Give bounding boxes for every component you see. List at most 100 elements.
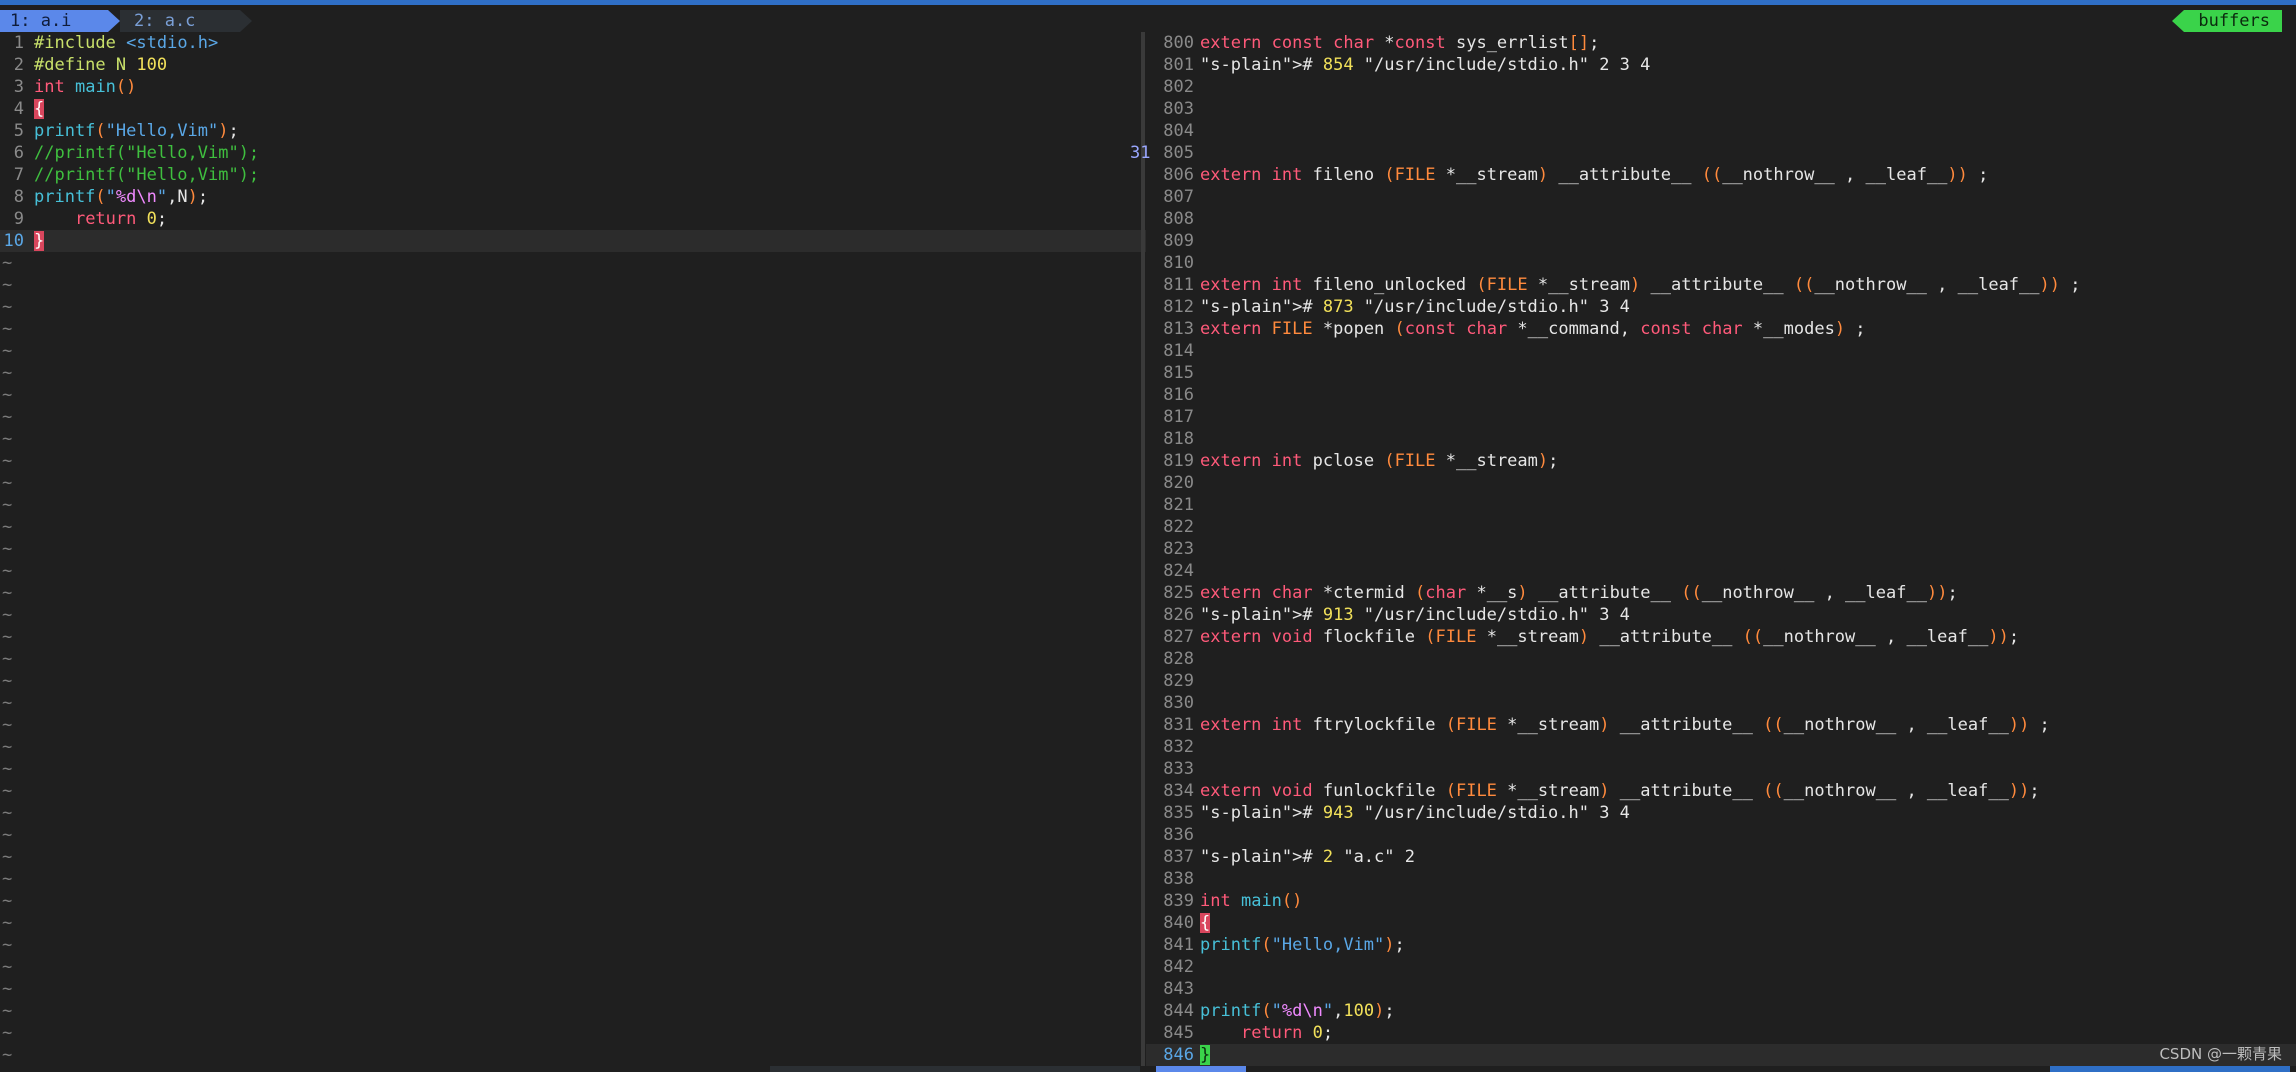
line-number: 809: [1163, 231, 1194, 251]
code-line[interactable]: 803: [1146, 98, 2296, 120]
code-line[interactable]: 805: [1146, 142, 2296, 164]
line-number: 841: [1163, 935, 1194, 955]
code-line[interactable]: 822: [1146, 516, 2296, 538]
line-number: 843: [1163, 979, 1194, 999]
line-number: 837: [1163, 847, 1194, 867]
code-line[interactable]: 834 extern void funlockfile (FILE *__stre…: [1146, 780, 2296, 802]
code-line[interactable]: 846}: [1146, 1044, 2296, 1066]
code-line[interactable]: 7 //printf("Hello,Vim");: [0, 164, 1146, 186]
code-line[interactable]: 824: [1146, 560, 2296, 582]
empty-line-marker: ~: [2, 649, 13, 669]
code-line[interactable]: 841 printf("Hello,Vim");: [1146, 934, 2296, 956]
line-number: 811: [1163, 275, 1194, 295]
code-line[interactable]: 1 #include <stdio.h>: [0, 32, 1146, 54]
code-line[interactable]: 826 "s-plain"># 913 "/usr/include/stdio.h…: [1146, 604, 2296, 626]
tab-a-i[interactable]: 1: a.i: [0, 10, 120, 32]
code-line[interactable]: 839 int main(): [1146, 890, 2296, 912]
empty-line-marker: ~: [2, 781, 13, 801]
code-line[interactable]: 813 extern FILE *popen (const char *__com…: [1146, 318, 2296, 340]
empty-line-marker: ~: [2, 627, 13, 647]
code-line[interactable]: 842: [1146, 956, 2296, 978]
code-line[interactable]: 807: [1146, 186, 2296, 208]
line-text: extern const char *const sys_errlist[];: [1200, 33, 1600, 53]
code-line[interactable]: 828: [1146, 648, 2296, 670]
code-line[interactable]: 800 extern const char *const sys_errlist[…: [1146, 32, 2296, 54]
code-line[interactable]: 808: [1146, 208, 2296, 230]
code-line[interactable]: 820: [1146, 472, 2296, 494]
line-number: 10: [3, 231, 24, 251]
empty-line-marker: ~: [2, 407, 13, 427]
empty-line-marker: ~: [2, 451, 13, 471]
code-line[interactable]: 802: [1146, 76, 2296, 98]
code-line[interactable]: 833: [1146, 758, 2296, 780]
left-editor-pane[interactable]: 1 #include <stdio.h> 2 #define N 100 3 int ma…: [0, 32, 1146, 1066]
empty-line-marker: ~: [2, 759, 13, 779]
code-line[interactable]: 810: [1146, 252, 2296, 274]
code-line[interactable]: 836: [1146, 824, 2296, 846]
code-line[interactable]: 835 "s-plain"># 943 "/usr/include/stdio.h…: [1146, 802, 2296, 824]
line-number: 820: [1163, 473, 1194, 493]
code-line[interactable]: 809: [1146, 230, 2296, 252]
line-text: extern int fileno (FILE *__stream) __att…: [1200, 165, 1989, 185]
code-line[interactable]: 812 "s-plain"># 873 "/usr/include/stdio.h…: [1146, 296, 2296, 318]
vertical-split-divider[interactable]: [1141, 32, 1145, 1066]
empty-line-marker: ~: [2, 561, 13, 581]
line-text: extern int pclose (FILE *__stream);: [1200, 451, 1559, 471]
line-number: 831: [1163, 715, 1194, 735]
code-line[interactable]: 4{: [0, 98, 1146, 120]
code-line[interactable]: 816: [1146, 384, 2296, 406]
line-number: 803: [1163, 99, 1194, 119]
code-line[interactable]: 5 printf("Hello,Vim");: [0, 120, 1146, 142]
code-line[interactable]: 6 //printf("Hello,Vim");: [0, 142, 1146, 164]
line-number: 844: [1163, 1001, 1194, 1021]
code-line[interactable]: 829: [1146, 670, 2296, 692]
line-number: 828: [1163, 649, 1194, 669]
empty-line-marker: ~: [2, 737, 13, 757]
code-line[interactable]: 844 printf("%d\n",100);: [1146, 1000, 2296, 1022]
line-text: printf("%d\n",N);: [34, 187, 209, 207]
code-line[interactable]: 3 int main(): [0, 76, 1146, 98]
line-number: 832: [1163, 737, 1194, 757]
empty-line-marker: ~: [2, 913, 13, 933]
line-number: 818: [1163, 429, 1194, 449]
code-line[interactable]: 804: [1146, 120, 2296, 142]
code-line[interactable]: 821: [1146, 494, 2296, 516]
empty-line-marker: ~: [2, 803, 13, 823]
code-line[interactable]: 819 extern int pclose (FILE *__stream);: [1146, 450, 2296, 472]
line-number: 815: [1163, 363, 1194, 383]
code-line[interactable]: 815: [1146, 362, 2296, 384]
line-number: 808: [1163, 209, 1194, 229]
code-line[interactable]: 806 extern int fileno (FILE *__stream) __…: [1146, 164, 2296, 186]
line-number: 821: [1163, 495, 1194, 515]
code-line[interactable]: 843: [1146, 978, 2296, 1000]
code-line[interactable]: 2 #define N 100: [0, 54, 1146, 76]
code-line[interactable]: 9 return 0;: [0, 208, 1146, 230]
code-line[interactable]: 814: [1146, 340, 2296, 362]
code-line[interactable]: 837 "s-plain"># 2 "a.c" 2: [1146, 846, 2296, 868]
code-line[interactable]: 827 extern void flockfile (FILE *__stream…: [1146, 626, 2296, 648]
code-line[interactable]: 840 {: [1146, 912, 2296, 934]
code-line[interactable]: 823: [1146, 538, 2296, 560]
code-line[interactable]: 838: [1146, 868, 2296, 890]
tab-a-c[interactable]: 2: a.c: [120, 10, 252, 32]
empty-line-marker: ~: [2, 869, 13, 889]
code-line[interactable]: 10}: [0, 230, 1146, 252]
code-line[interactable]: 832: [1146, 736, 2296, 758]
code-line[interactable]: 817: [1146, 406, 2296, 428]
code-line[interactable]: 825 extern char *ctermid (char *__s) __at…: [1146, 582, 2296, 604]
empty-line-marker: ~: [2, 979, 13, 999]
buffers-indicator: buffers: [2172, 10, 2282, 32]
empty-line-marker: ~: [2, 429, 13, 449]
code-line[interactable]: 845 return 0;: [1146, 1022, 2296, 1044]
code-line[interactable]: 830: [1146, 692, 2296, 714]
right-editor-pane[interactable]: 800 extern const char *const sys_errlist[…: [1146, 32, 2296, 1066]
code-line[interactable]: 818: [1146, 428, 2296, 450]
code-line[interactable]: 831 extern int ftrylockfile (FILE *__stre…: [1146, 714, 2296, 736]
line-number: 836: [1163, 825, 1194, 845]
empty-line-marker: ~: [2, 583, 13, 603]
line-number: 842: [1163, 957, 1194, 977]
code-line[interactable]: 801 "s-plain"># 854 "/usr/include/stdio.h…: [1146, 54, 2296, 76]
line-number: 835: [1163, 803, 1194, 823]
code-line[interactable]: 8 printf("%d\n",N);: [0, 186, 1146, 208]
code-line[interactable]: 811 extern int fileno_unlocked (FILE *__s…: [1146, 274, 2296, 296]
